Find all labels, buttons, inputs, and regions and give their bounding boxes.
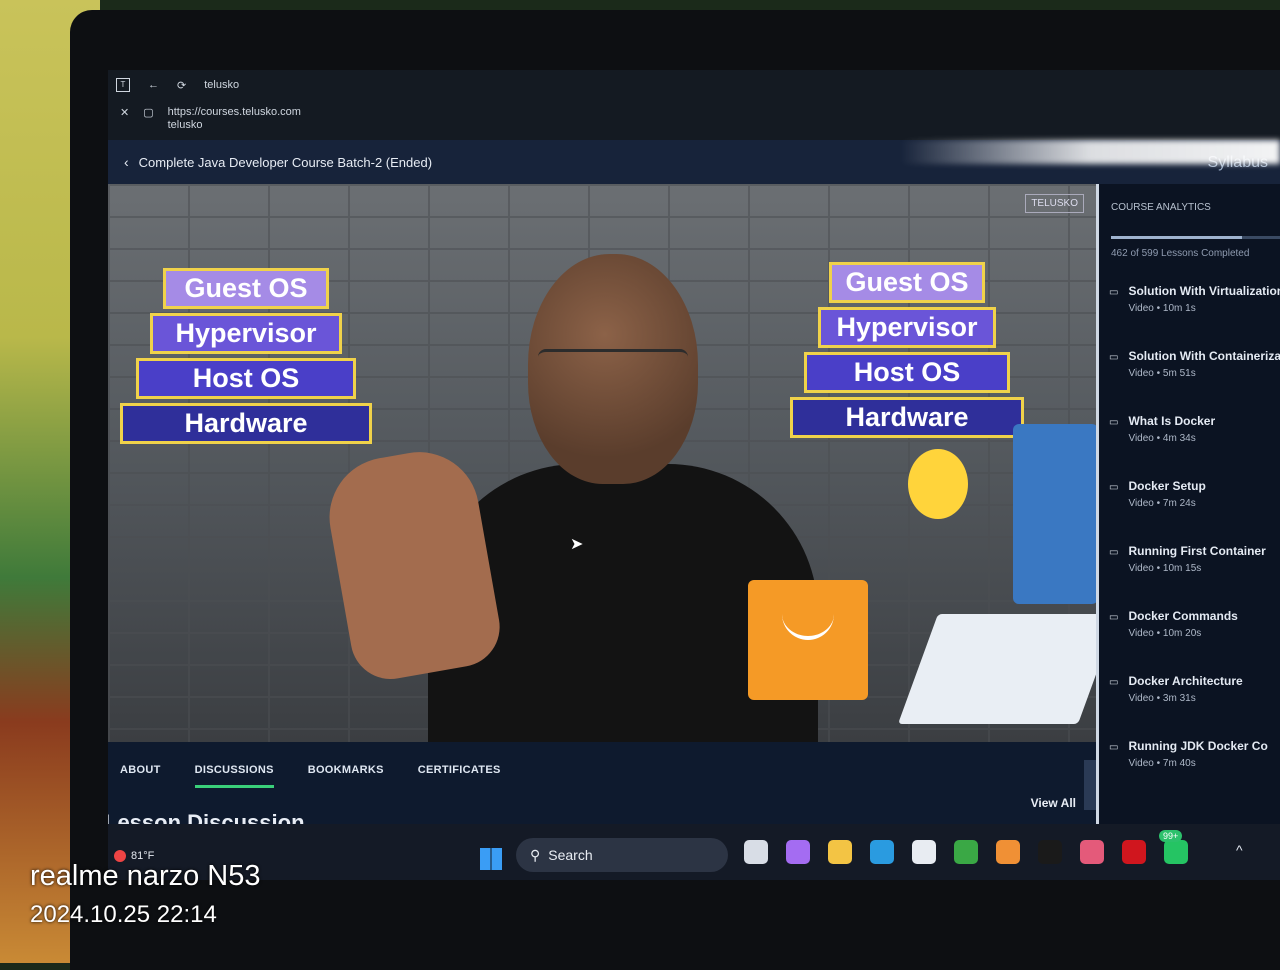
tab-bookmarks[interactable]: BOOKMARKS: [308, 764, 384, 788]
lesson-title: Solution With Containerizatio: [1128, 349, 1280, 363]
progress-text: 462 of 599 Lessons Completed: [1111, 248, 1250, 259]
tab-title: telusko: [204, 79, 240, 91]
lesson-meta: Video • 7m 24s: [1128, 498, 1196, 509]
video-camera-icon: ▭: [1109, 677, 1119, 688]
shopping-bag-icon: [748, 580, 868, 700]
search-label: Search: [548, 847, 593, 863]
tab-about[interactable]: ABOUT: [120, 764, 161, 788]
address-url[interactable]: https://courses.telusko.com: [168, 106, 301, 119]
lesson-progress-bar: [1111, 236, 1280, 239]
lesson-title: What Is Docker: [1128, 414, 1216, 428]
course-title: Complete Java Developer Course Batch-2 (…: [138, 154, 433, 170]
glasses-icon: [538, 349, 688, 374]
laptop-screen: T ← ⟳ telusko ✕ ▢ https://courses.telusk…: [108, 70, 1280, 880]
lesson-item[interactable]: ▭ Solution With Containerizatio Video • 5m…: [1109, 349, 1280, 414]
tab-discussions[interactable]: DISCUSSIONS: [194, 764, 274, 788]
video-camera-icon: ▭: [1109, 482, 1119, 493]
lesson-tabs: ABOUT DISCUSSIONS BOOKMARKS CERTIFICATES: [108, 742, 1096, 788]
notification-badge: 99+: [1159, 830, 1183, 842]
mouse-cursor-icon: ➤: [570, 536, 584, 553]
lesson-item[interactable]: ▭ Docker Commands Video • 10m 20s: [1109, 609, 1280, 674]
os-stack-left: Guest OS Hypervisor Host OS Hardware: [120, 268, 372, 444]
file-explorer-icon[interactable]: [828, 840, 852, 864]
close-icon[interactable]: ✕: [120, 106, 129, 119]
video-player[interactable]: TELUSKO Guest OS Hypervisor Host OS Hardwar…: [108, 184, 1096, 742]
os-layer-hypervisor: Hypervisor: [150, 313, 342, 354]
site-name: telusko: [167, 119, 203, 131]
taskbar-apps: [744, 840, 1188, 864]
back-icon[interactable]: ←: [148, 79, 159, 91]
app-logo-icon: T: [116, 78, 130, 92]
lesson-item[interactable]: ▭ Docker Architecture Video • 3m 31s: [1109, 674, 1280, 739]
video-camera-icon: ▭: [1109, 547, 1119, 558]
lesson-meta: Video • 10m 15s: [1128, 563, 1202, 574]
store-icon[interactable]: [912, 840, 936, 864]
camera-watermark: realme narzo N53 2024.10.25 22:14: [30, 860, 261, 929]
camera-datetime: 2024.10.25 22:14: [30, 901, 217, 928]
scrollbar[interactable]: [1084, 760, 1096, 810]
os-layer-hardware: Hardware: [120, 403, 372, 444]
video-camera-icon: ▭: [1109, 287, 1119, 298]
lesson-title: Solution With Virtualization: [1128, 284, 1280, 298]
os-layer-guest-os: Guest OS: [829, 262, 985, 303]
netflix-icon[interactable]: [1122, 840, 1146, 864]
lesson-title: Running First Container: [1128, 544, 1266, 558]
lesson-item[interactable]: ▭ Running JDK Docker Co Video • 7m 40s: [1109, 739, 1280, 804]
lock-icon: ▢: [143, 107, 154, 119]
search-icon: ⚲: [530, 846, 541, 863]
course-sidebar: COURSE ANALYTICS 462 of 599 Lessons Comp…: [1096, 184, 1280, 824]
lesson-title: Docker Architecture: [1128, 674, 1243, 688]
video-camera-icon: ▭: [1109, 352, 1119, 363]
chevron-left-icon[interactable]: ‹: [124, 154, 129, 170]
lesson-title: Running JDK Docker Co: [1128, 739, 1268, 753]
windows-start-icon[interactable]: [480, 848, 502, 870]
lesson-meta: Video • 4m 34s: [1128, 433, 1196, 444]
browser-icon[interactable]: [996, 840, 1020, 864]
lesson-meta: Video • 5m 51s: [1128, 368, 1196, 379]
lesson-title: Docker Commands: [1128, 609, 1238, 623]
os-layer-guest-os: Guest OS: [163, 268, 329, 309]
os-layer-hypervisor: Hypervisor: [818, 307, 996, 348]
windows-taskbar: 81°F ⚲ Search 99+ ^: [108, 824, 1280, 880]
lesson-list: ▭ Solution With Virtualization Video • 10m…: [1109, 284, 1280, 804]
video-camera-icon: ▭: [1109, 612, 1119, 623]
monitor-illustration: [1013, 424, 1096, 604]
os-layer-host-os: Host OS: [804, 352, 1010, 393]
progress-fill: [1111, 236, 1242, 239]
task-view-icon[interactable]: [744, 840, 768, 864]
app-icon[interactable]: [1080, 840, 1104, 864]
reload-icon[interactable]: ⟳: [177, 79, 186, 92]
os-layer-host-os: Host OS: [136, 358, 356, 399]
video-camera-icon: ▭: [1109, 417, 1119, 428]
course-analytics-label: COURSE ANALYTICS: [1111, 202, 1211, 213]
taskbar-search[interactable]: ⚲ Search: [516, 838, 728, 872]
lesson-item[interactable]: ▭ Solution With Virtualization Video • 10m…: [1109, 284, 1280, 349]
screen-glare: [900, 140, 1280, 164]
tab-certificates[interactable]: CERTIFICATES: [418, 764, 501, 788]
copilot-icon[interactable]: [786, 840, 810, 864]
whatsapp-icon[interactable]: [1164, 840, 1188, 864]
camera-model: realme narzo N53: [30, 860, 261, 892]
lesson-item[interactable]: ▭ What Is Docker Video • 4m 34s: [1109, 414, 1280, 479]
chevron-up-icon[interactable]: ^: [1236, 842, 1243, 858]
lesson-item[interactable]: ▭ Docker Setup Video • 7m 24s: [1109, 479, 1280, 544]
lesson-meta: Video • 10m 1s: [1128, 303, 1196, 314]
telusko-app-icon[interactable]: [1038, 840, 1062, 864]
lesson-meta: Video • 7m 40s: [1128, 758, 1196, 769]
edge-icon[interactable]: [870, 840, 894, 864]
view-all-link[interactable]: View All: [1031, 796, 1076, 810]
xbox-icon[interactable]: [954, 840, 978, 864]
lesson-meta: Video • 10m 20s: [1128, 628, 1202, 639]
browser-toolbar: T ← ⟳ telusko ✕ ▢ https://courses.telusk…: [108, 70, 1280, 140]
lesson-title: Docker Setup: [1128, 479, 1206, 493]
video-camera-icon: ▭: [1109, 742, 1119, 753]
lightbulb-icon: [908, 449, 968, 519]
lesson-item[interactable]: ▭ Running First Container Video • 10m 15s: [1109, 544, 1280, 609]
channel-watermark: TELUSKO: [1025, 194, 1084, 213]
lesson-meta: Video • 3m 31s: [1128, 693, 1196, 704]
